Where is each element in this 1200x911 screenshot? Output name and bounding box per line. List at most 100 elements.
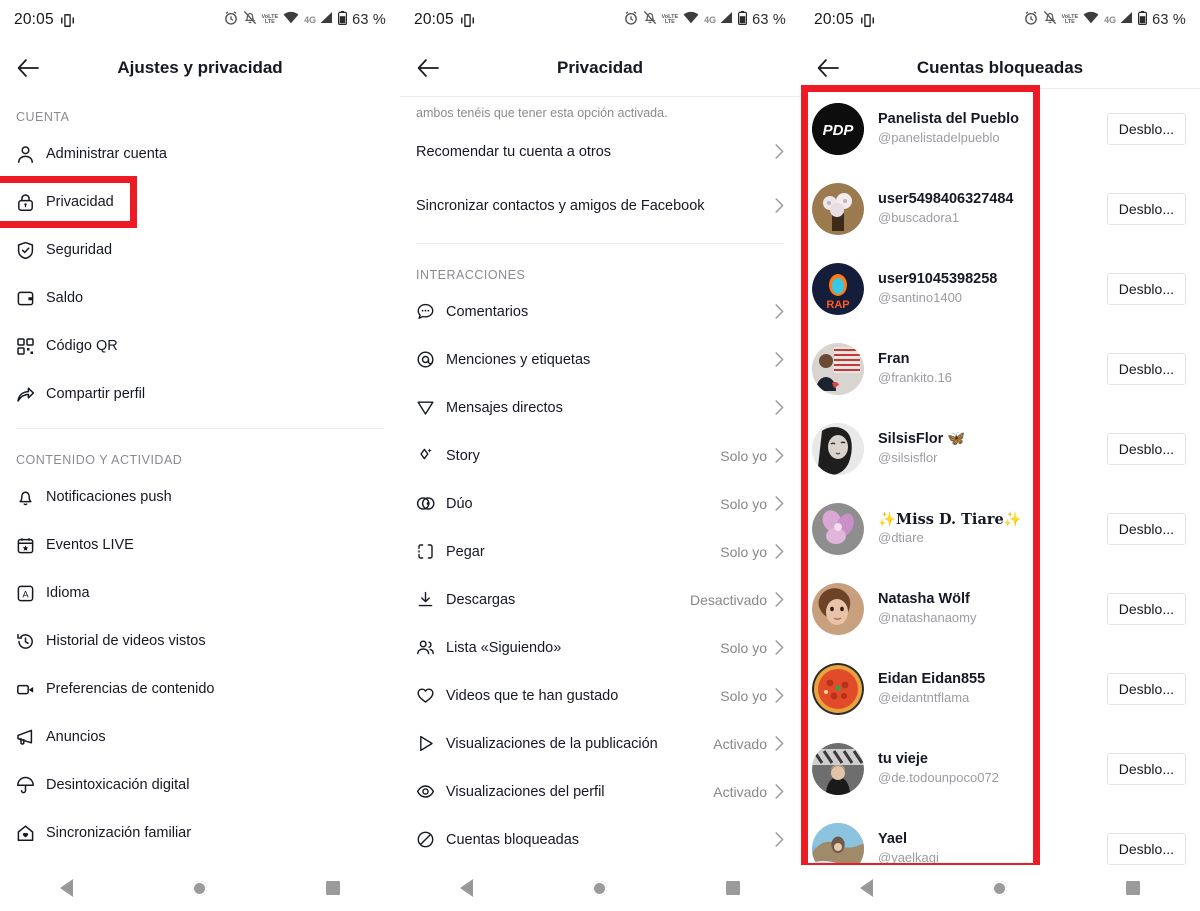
sidebar-item-historial-videos[interactable]: Historial de videos vistos xyxy=(0,617,400,665)
avatar xyxy=(812,423,864,475)
row-lista-siguiendo[interactable]: Lista «Siguiendo» Solo yo xyxy=(400,624,800,672)
privacy-note: ambos tenéis que tener esta opción activ… xyxy=(416,106,668,120)
nav-home-icon[interactable] xyxy=(591,880,607,896)
stitch-icon xyxy=(416,542,446,561)
row-label: Lista «Siguiendo» xyxy=(446,639,562,656)
unblock-button[interactable]: Desblo... xyxy=(1106,593,1186,625)
account-name: Yael xyxy=(878,830,908,847)
list-item[interactable]: Yael @yaelkagi Desblo... xyxy=(800,809,1200,865)
nav-recents-icon[interactable] xyxy=(326,881,341,895)
row-label: Recomendar tu cuenta a otros xyxy=(416,143,612,160)
sidebar-item-codigo-qr[interactable]: Código QR xyxy=(0,322,400,370)
row-label: Cuentas bloqueadas xyxy=(446,831,580,848)
row-visualizaciones-perfil[interactable]: Visualizaciones del perfil Activado xyxy=(400,768,800,816)
sidebar-item-sincronizacion-familiar[interactable]: Sincronización familiar xyxy=(0,809,400,857)
back-button[interactable] xyxy=(0,59,56,77)
sidebar-item-seguridad[interactable]: Seguridad xyxy=(0,226,400,274)
list-item[interactable]: Eidan Eidan855 @eidantntflama Desblo... xyxy=(800,649,1200,729)
unblock-button[interactable]: Desblo... xyxy=(1106,753,1186,785)
vibrate-icon xyxy=(460,13,474,28)
row-videos-gustado[interactable]: Videos que te han gustado Solo yo xyxy=(400,672,800,720)
nav-back-icon[interactable] xyxy=(859,879,873,897)
back-button[interactable] xyxy=(400,59,456,77)
comment-icon xyxy=(416,302,446,321)
page-title: Privacidad xyxy=(557,58,643,77)
app-bar-2: Privacidad xyxy=(400,40,800,96)
row-label: Menciones y etiquetas xyxy=(446,351,591,368)
sidebar-item-administrar-cuenta[interactable]: Administrar cuenta xyxy=(0,130,400,178)
row-comentarios[interactable]: Comentarios xyxy=(400,288,800,336)
row-menciones-etiquetas[interactable]: Menciones y etiquetas xyxy=(400,336,800,384)
sidebar-item-privacidad[interactable]: Privacidad xyxy=(0,178,400,226)
sidebar-item-label: Eventos LIVE xyxy=(46,537,134,553)
sidebar-item-idioma[interactable]: A Idioma xyxy=(0,569,400,617)
unblock-button[interactable]: Desblo... xyxy=(1106,513,1186,545)
sidebar-item-label: Seguridad xyxy=(46,242,113,258)
list-item[interactable]: ✨Miss D. Tiare✨ @dtiare Desblo... xyxy=(800,489,1200,569)
battery-icon xyxy=(338,10,348,30)
sidebar-item-label: Historial de videos vistos xyxy=(46,633,206,649)
unblock-button[interactable]: Desblo... xyxy=(1106,193,1186,225)
unblock-button[interactable]: Desblo... xyxy=(1106,673,1186,705)
account-name: Fran xyxy=(878,350,910,367)
eye-icon xyxy=(416,782,446,801)
account-name: user91045398258 xyxy=(878,270,998,287)
sidebar-item-compartir-perfil[interactable]: Compartir perfil xyxy=(0,370,400,418)
avatar xyxy=(812,583,864,635)
android-nav-bar-2 xyxy=(400,865,800,911)
list-item[interactable]: SilsisFlor 🦋 @silsisflor Desblo... xyxy=(800,409,1200,489)
language-icon: A xyxy=(16,584,46,603)
row-mensajes-directos[interactable]: Mensajes directos xyxy=(400,384,800,432)
nav-back-icon[interactable] xyxy=(459,879,473,897)
list-item[interactable]: user5498406327484 @buscadora1 Desblo... xyxy=(800,169,1200,249)
row-recomendar-cuenta[interactable]: Recomendar tu cuenta a otros xyxy=(400,125,800,179)
list-item[interactable]: tu vieje @de.todounpoco072 Desblo... xyxy=(800,729,1200,809)
row-visualizaciones-publicacion[interactable]: Visualizaciones de la publicación Activa… xyxy=(400,720,800,768)
avatar xyxy=(812,743,864,795)
following-list-icon xyxy=(416,638,446,657)
list-item[interactable]: Natasha Wölf @natashanaomy Desblo... xyxy=(800,569,1200,649)
row-sincronizar-contactos[interactable]: Sincronizar contactos y amigos de Facebo… xyxy=(400,179,800,233)
sidebar-item-saldo[interactable]: Saldo xyxy=(0,274,400,322)
row-duo[interactable]: Dúo Solo yo xyxy=(400,480,800,528)
three-screenshot-comparison: 20:05 VoLTE LTE 4G 63 % Ajustes y privac… xyxy=(0,0,1200,911)
section-label-contenido: CONTENIDO Y ACTIVIDAD xyxy=(16,453,183,467)
blocked-accounts-list[interactable]: PDP Panelista del Pueblo @panelistadelpu… xyxy=(800,88,1200,865)
unblock-button[interactable]: Desblo... xyxy=(1106,353,1186,385)
back-button[interactable] xyxy=(800,59,856,77)
nav-back-icon[interactable] xyxy=(59,879,73,897)
unblock-button[interactable]: Desblo... xyxy=(1106,113,1186,145)
list-item[interactable]: RAP user91045398258 @santino1400 Desblo.… xyxy=(800,249,1200,329)
section-divider xyxy=(16,428,384,429)
row-story[interactable]: Story Solo yo xyxy=(400,432,800,480)
battery-percentage: 63 % xyxy=(1152,12,1186,28)
row-pegar[interactable]: Pegar Solo yo xyxy=(400,528,800,576)
sidebar-item-eventos-live[interactable]: Eventos LIVE xyxy=(0,521,400,569)
avatar xyxy=(812,503,864,555)
account-name: Panelista del Pueblo xyxy=(878,110,1020,127)
row-label: Visualizaciones del perfil xyxy=(446,783,605,800)
nav-home-icon[interactable] xyxy=(991,880,1007,896)
settings-list-1[interactable]: CUENTA Administrar cuenta Privacidad Seg… xyxy=(0,96,400,865)
nav-home-icon[interactable] xyxy=(191,880,207,896)
sidebar-item-label: Desintoxicación digital xyxy=(46,777,190,793)
sidebar-item-desintoxicacion-digital[interactable]: Desintoxicación digital xyxy=(0,761,400,809)
nav-recents-icon[interactable] xyxy=(1126,881,1141,895)
sidebar-item-notificaciones-push[interactable]: Notificaciones push xyxy=(0,473,400,521)
notifications-muted-icon xyxy=(643,10,657,30)
row-descargas[interactable]: Descargas Desactivado xyxy=(400,576,800,624)
screen-blocked-accounts: 20:05 VoLTE LTE 4G 63 % Cuentas bloquead… xyxy=(800,0,1200,911)
row-cuentas-bloqueadas[interactable]: Cuentas bloqueadas xyxy=(400,816,800,864)
list-item[interactable]: Fran @frankito.16 Desblo... xyxy=(800,329,1200,409)
unblock-button[interactable]: Desblo... xyxy=(1106,833,1186,865)
unblock-button[interactable]: Desblo... xyxy=(1106,433,1186,465)
nav-recents-icon[interactable] xyxy=(726,881,741,895)
avatar xyxy=(812,343,864,395)
privacy-list[interactable]: ambos tenéis que tener esta opción activ… xyxy=(400,96,800,865)
sidebar-item-preferencias-contenido[interactable]: Preferencias de contenido xyxy=(0,665,400,713)
alarm-icon xyxy=(224,10,238,30)
list-item[interactable]: PDP Panelista del Pueblo @panelistadelpu… xyxy=(800,89,1200,169)
chevron-right-icon xyxy=(775,198,784,213)
sidebar-item-anuncios[interactable]: Anuncios xyxy=(0,713,400,761)
unblock-button[interactable]: Desblo... xyxy=(1106,273,1186,305)
